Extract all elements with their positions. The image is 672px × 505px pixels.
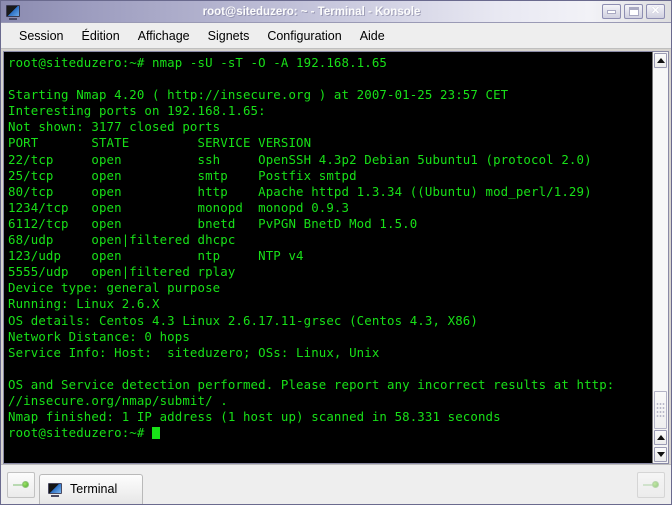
terminal-line: Not shown: 3177 closed ports <box>8 119 221 135</box>
terminal-line: Nmap finished: 1 IP address (1 host up) … <box>8 409 501 425</box>
terminal-cursor <box>152 427 160 440</box>
terminal-line: 80/tcp open http Apache httpd 1.3.34 ((U… <box>8 183 592 199</box>
scrollbar-track[interactable] <box>653 69 668 429</box>
terminal-line: 5555/udp open|filtered rplay <box>8 264 236 280</box>
konsole-window: root@siteduzero: ~ - Terminal - Konsole … <box>0 0 672 505</box>
maximize-icon <box>628 7 639 16</box>
scrollbar-bottom-buttons <box>653 429 668 463</box>
terminal-line: OS and Service detection performed. Plea… <box>8 376 615 392</box>
window-terminal-icon <box>6 4 21 20</box>
menu-item-signets[interactable]: Signets <box>199 26 259 46</box>
terminal-line: Service Info: Host: siteduzero; OSs: Lin… <box>8 344 380 360</box>
menu-bar: Session Édition Affichage Signets Config… <box>1 23 671 49</box>
terminal-icon <box>48 482 63 497</box>
chevron-up-icon <box>656 58 665 63</box>
menu-item-configuration[interactable]: Configuration <box>258 26 350 46</box>
terminal-line: Network Distance: 0 hops <box>8 328 190 344</box>
terminal-line: 22/tcp open ssh OpenSSH 4.3p2 Debian 5ub… <box>8 151 592 167</box>
minimize-icon <box>607 9 616 14</box>
scrollbar-up-button[interactable] <box>654 430 667 445</box>
new-session-icon <box>13 480 29 490</box>
terminal-line: 25/tcp open smtp Postfix smtpd <box>8 167 357 183</box>
terminal-line: Running: Linux 2.6.X <box>8 296 160 312</box>
menu-item-session[interactable]: Session <box>10 26 72 46</box>
terminal-line: 6112/tcp open bnetd PvPGN BnetD Mod 1.5.… <box>8 215 418 231</box>
maximize-button[interactable] <box>624 4 643 19</box>
terminal-line: Starting Nmap 4.20 ( http://insecure.org… <box>8 87 509 103</box>
terminal-line: 68/udp open|filtered dhcpc <box>8 232 236 248</box>
close-button[interactable]: ✕ <box>646 4 665 19</box>
terminal-line: OS details: Centos 4.3 Linux 2.6.17.11-g… <box>8 312 478 328</box>
terminal-frame: root@siteduzero:~# nmap -sU -sT -O -A 19… <box>3 51 652 464</box>
terminal-line: 1234/tcp open monopd monopd 0.9.3 <box>8 199 350 215</box>
grip-icon <box>656 401 665 419</box>
menu-item-affichage[interactable]: Affichage <box>129 26 199 46</box>
chevron-down-icon <box>656 452 665 457</box>
menu-item-aide[interactable]: Aide <box>351 26 394 46</box>
session-options-icon <box>643 480 659 490</box>
terminal-prompt-text: root@siteduzero:~# <box>8 425 153 441</box>
close-icon: ✕ <box>650 5 661 17</box>
scrollbar-up-button-top[interactable] <box>654 53 667 68</box>
terminal-area: root@siteduzero:~# nmap -sU -sT -O -A 19… <box>1 49 671 464</box>
scrollbar-thumb[interactable] <box>654 391 667 429</box>
scrollbar-down-button[interactable] <box>654 447 667 462</box>
tab-terminal-label: Terminal <box>70 482 118 496</box>
terminal-line: Device type: general purpose <box>8 280 221 296</box>
terminal-output[interactable]: root@siteduzero:~# nmap -sU -sT -O -A 19… <box>4 52 652 463</box>
chevron-up-icon <box>656 435 665 440</box>
window-title: root@siteduzero: ~ - Terminal - Konsole <box>202 5 421 18</box>
terminal-line: 123/udp open ntp NTP v4 <box>8 248 304 264</box>
terminal-line: //insecure.org/nmap/submit/ . <box>8 392 228 408</box>
terminal-scrollbar[interactable] <box>652 51 669 464</box>
new-session-button[interactable] <box>7 471 35 498</box>
terminal-prompt-line: root@siteduzero:~# <box>8 425 652 441</box>
tab-terminal[interactable]: Terminal <box>39 473 143 504</box>
title-bar[interactable]: root@siteduzero: ~ - Terminal - Konsole … <box>1 1 671 23</box>
menu-item-edition[interactable]: Édition <box>72 26 128 46</box>
minimize-button[interactable] <box>602 4 621 19</box>
session-tab-bar: Terminal <box>1 464 671 504</box>
terminal-line: PORT STATE SERVICE VERSION <box>8 135 312 151</box>
window-controls: ✕ <box>602 4 665 19</box>
terminal-line: Interesting ports on 192.168.1.65: <box>8 103 266 119</box>
terminal-line: root@siteduzero:~# nmap -sU -sT -O -A 19… <box>8 55 387 70</box>
session-options-button[interactable] <box>637 471 665 498</box>
